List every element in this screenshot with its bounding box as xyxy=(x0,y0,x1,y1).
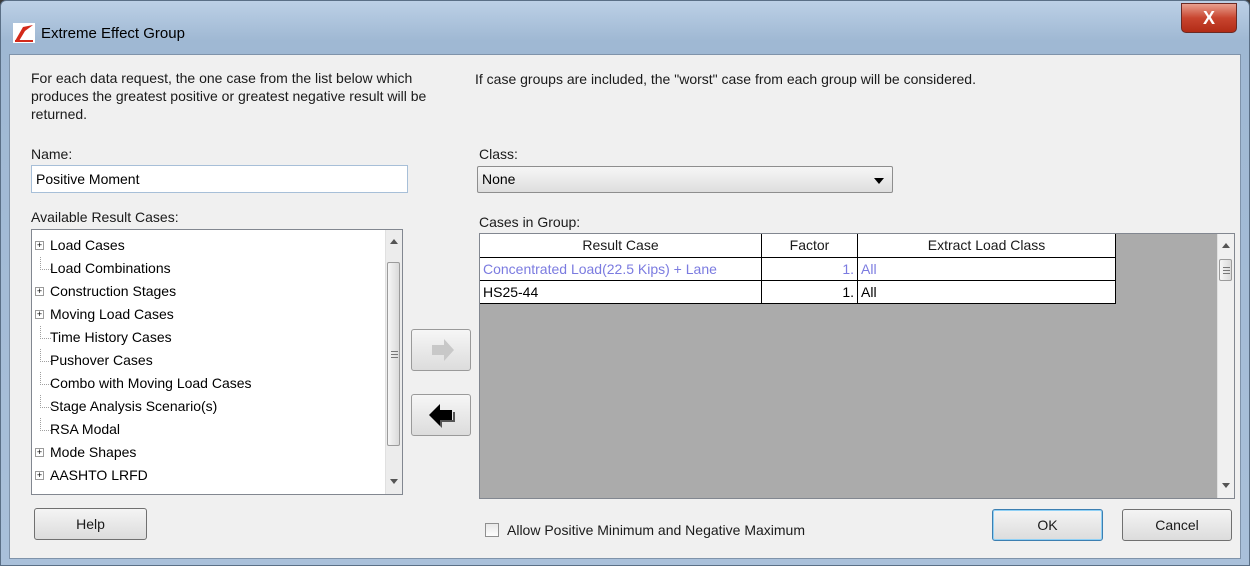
class-dropdown[interactable]: None xyxy=(477,166,893,193)
scroll-up-icon[interactable] xyxy=(1222,243,1230,248)
tree-scroll-thumb[interactable] xyxy=(387,262,400,446)
expand-icon[interactable]: + xyxy=(35,471,44,480)
table-cell-result-case[interactable]: Concentrated Load(22.5 Kips) + Lane xyxy=(480,258,762,281)
column-header-factor[interactable]: Factor xyxy=(762,234,858,258)
arrow-left-icon xyxy=(429,404,455,428)
tree-scrollbar[interactable] xyxy=(385,230,402,494)
left-description: For each data request, the one case from… xyxy=(31,70,427,122)
tree-item-label: Mode Shapes xyxy=(50,444,137,460)
tree-item-label: Time History Cases xyxy=(50,329,172,345)
scroll-up-icon[interactable] xyxy=(390,239,398,244)
scroll-down-icon[interactable] xyxy=(390,479,398,484)
cancel-button[interactable]: Cancel xyxy=(1122,509,1232,541)
available-label: Available Result Cases: xyxy=(31,209,179,225)
tree-item-label: Load Combinations xyxy=(50,260,171,276)
available-cases-tree[interactable]: + Load Cases Load Combinations + Constructio… xyxy=(31,229,403,495)
app-logo-icon xyxy=(13,23,35,43)
ok-button[interactable]: OK xyxy=(992,509,1103,541)
tree-item-label: AASHTO LRFD xyxy=(50,467,148,483)
dialog-body: For each data request, the one case from… xyxy=(9,54,1241,559)
tree-item-label: Load Cases xyxy=(50,237,125,253)
class-label: Class: xyxy=(479,146,518,162)
title-bar[interactable]: Extreme Effect Group X xyxy=(1,1,1249,53)
expand-icon[interactable]: + xyxy=(35,241,44,250)
table-cell-factor[interactable]: 1. xyxy=(762,281,858,304)
cases-in-group-grid[interactable]: Result Case Factor Extract Load Class Co… xyxy=(479,233,1235,499)
dialog-window: Extreme Effect Group X For each data req… xyxy=(0,0,1250,566)
tree-item-label: Moving Load Cases xyxy=(50,306,174,322)
column-header-extract-load-class[interactable]: Extract Load Class xyxy=(858,234,1116,258)
expand-icon[interactable]: + xyxy=(35,448,44,457)
remove-from-group-button[interactable] xyxy=(411,394,471,436)
name-label: Name: xyxy=(31,146,73,162)
window-title: Extreme Effect Group xyxy=(41,25,185,42)
tree-item-label: Stage Analysis Scenario(s) xyxy=(50,398,218,414)
help-button[interactable]: Help xyxy=(34,508,147,540)
close-button[interactable]: X xyxy=(1181,3,1237,33)
table-cell-extract-load-class[interactable]: All xyxy=(858,281,1116,304)
allow-checkbox[interactable] xyxy=(485,523,499,537)
allow-checkbox-label[interactable]: Allow Positive Minimum and Negative Maxi… xyxy=(507,522,805,538)
tree-item-label: Pushover Cases xyxy=(50,352,153,368)
tree-item-label: Combo with Moving Load Cases xyxy=(50,375,252,391)
tree-item-label: Construction Stages xyxy=(50,283,177,299)
name-input[interactable] xyxy=(31,165,408,193)
column-header-result-case[interactable]: Result Case xyxy=(480,234,762,258)
table-cell-result-case[interactable]: HS25-44 xyxy=(480,281,762,304)
grid-scroll-thumb[interactable] xyxy=(1219,259,1232,281)
arrow-right-icon xyxy=(432,339,454,361)
grid-scrollbar[interactable] xyxy=(1217,234,1234,498)
group-label: Cases in Group: xyxy=(479,214,581,230)
table-cell-extract-load-class[interactable]: All xyxy=(858,258,1116,281)
expand-icon[interactable]: + xyxy=(35,310,44,319)
tree-item-label: RSA Modal xyxy=(50,421,121,437)
class-selected-value: None xyxy=(482,171,516,187)
right-description: If case groups are included, the "worst"… xyxy=(475,71,976,87)
chevron-down-icon xyxy=(874,178,884,184)
expand-icon[interactable]: + xyxy=(35,287,44,296)
table-cell-factor[interactable]: 1. xyxy=(762,258,858,281)
scroll-down-icon[interactable] xyxy=(1222,483,1230,488)
add-to-group-button[interactable] xyxy=(411,329,471,371)
